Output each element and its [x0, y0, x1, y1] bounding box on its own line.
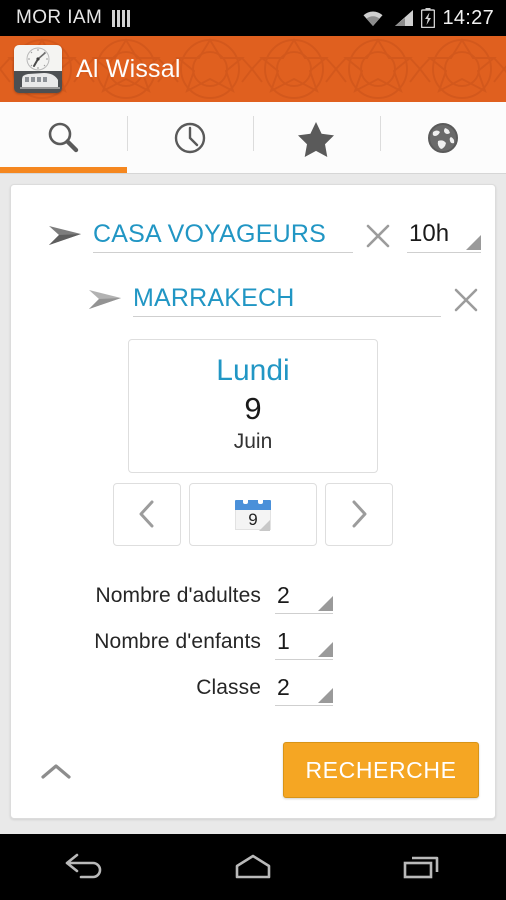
tab-search-indicator: [0, 167, 127, 173]
app-bar: Al Wissal: [0, 36, 506, 102]
adults-spinner[interactable]: 2: [275, 582, 333, 614]
battery-charging-icon: [421, 8, 436, 28]
back-arrow-icon: [66, 853, 102, 879]
date-navigation: 9: [113, 482, 393, 546]
search-icon: [48, 122, 79, 152]
status-carrier-group: MOR IAM: [16, 7, 131, 29]
date-day-number: 9: [244, 390, 262, 426]
date-section: Lundi 9 Juin 9: [25, 339, 481, 546]
class-value: 2: [277, 673, 290, 700]
date-month: Juin: [233, 430, 273, 454]
nav-home-button[interactable]: [208, 844, 298, 890]
open-calendar-button[interactable]: 9: [189, 482, 317, 546]
date-weekday: Lundi: [216, 354, 290, 387]
tab-history[interactable]: [126, 102, 254, 173]
date-display-card[interactable]: Lundi 9 Juin: [128, 339, 378, 473]
home-icon: [235, 854, 271, 879]
chevron-up-icon: [41, 764, 71, 779]
tab-bar: [0, 102, 506, 174]
hour-spinner[interactable]: 10h: [407, 220, 481, 253]
class-spinner[interactable]: 2: [275, 674, 333, 706]
carrier-label: MOR IAM: [16, 7, 103, 28]
search-submit-button[interactable]: RECHERCHE: [283, 742, 479, 798]
signal-bars-icon: [112, 9, 131, 27]
status-bar: MOR IAM 14:27: [0, 0, 506, 36]
children-spinner[interactable]: 1: [275, 628, 333, 660]
adults-value: 2: [277, 581, 290, 608]
spinner-triangle-icon: [318, 641, 333, 657]
children-label: Nombre d'enfants: [94, 629, 261, 653]
children-value: 1: [277, 627, 290, 654]
spinner-triangle-icon: [466, 235, 481, 250]
spinner-triangle-icon: [318, 687, 333, 703]
class-label: Classe: [196, 675, 261, 699]
passenger-options: Nombre d'adultes 2 Nombre d'enfants 1 Cl…: [25, 568, 481, 706]
nav-back-button[interactable]: [39, 844, 129, 890]
tab-search[interactable]: [0, 102, 127, 173]
app-title: Al Wissal: [76, 54, 181, 83]
wifi-icon: [363, 11, 383, 26]
arrival-field[interactable]: MARRAKECH: [133, 284, 441, 317]
calendar-icon: 9: [235, 496, 271, 532]
android-navigation-bar: [0, 834, 506, 900]
arrival-clear-icon[interactable]: [451, 285, 481, 315]
arrival-row: MARRAKECH: [25, 265, 481, 317]
card-footer: RECHERCHE: [25, 728, 481, 804]
nav-recents-button[interactable]: [377, 844, 467, 890]
star-icon: [298, 121, 335, 157]
departure-value: CASA VOYAGEURS: [93, 220, 326, 248]
children-row: Nombre d'enfants 1: [25, 614, 481, 660]
tab-world[interactable]: [379, 102, 506, 173]
tab-world-indicator: [380, 167, 506, 173]
status-clock: 14:27: [442, 6, 494, 29]
phone-screen: MOR IAM 14:27 Al Wissal CASA VOYAGEURS 1…: [0, 0, 506, 900]
tab-history-indicator: [127, 167, 254, 173]
recents-icon: [403, 856, 438, 879]
departure-clear-icon[interactable]: [363, 221, 393, 251]
clock-icon: [174, 122, 205, 153]
arrival-value: MARRAKECH: [133, 284, 295, 312]
adults-label: Nombre d'adultes: [95, 583, 261, 607]
app-logo-clock-train-icon: [14, 45, 62, 93]
adults-row: Nombre d'adultes 2: [25, 568, 481, 614]
tab-favorites[interactable]: [253, 102, 380, 173]
globe-icon: [427, 122, 458, 153]
spinner-triangle-icon: [318, 595, 333, 611]
previous-day-button[interactable]: [113, 482, 181, 546]
status-icons-group: 14:27: [361, 7, 494, 30]
collapse-panel-button[interactable]: [33, 754, 79, 790]
chevron-right-icon: [352, 500, 367, 528]
next-day-button[interactable]: [325, 482, 393, 546]
class-row: Classe 2: [25, 660, 481, 706]
signal-strength-icon: [395, 10, 414, 26]
tab-favorites-indicator: [253, 167, 380, 173]
paper-plane-arrival-icon: [89, 290, 121, 309]
paper-plane-departure-icon: [49, 226, 81, 245]
chevron-left-icon: [139, 500, 154, 528]
search-form-card: CASA VOYAGEURS 10h MARRAKECH Lundi 9 Jui…: [10, 184, 496, 819]
departure-row: CASA VOYAGEURS 10h: [25, 201, 481, 253]
departure-field[interactable]: CASA VOYAGEURS: [93, 220, 353, 253]
